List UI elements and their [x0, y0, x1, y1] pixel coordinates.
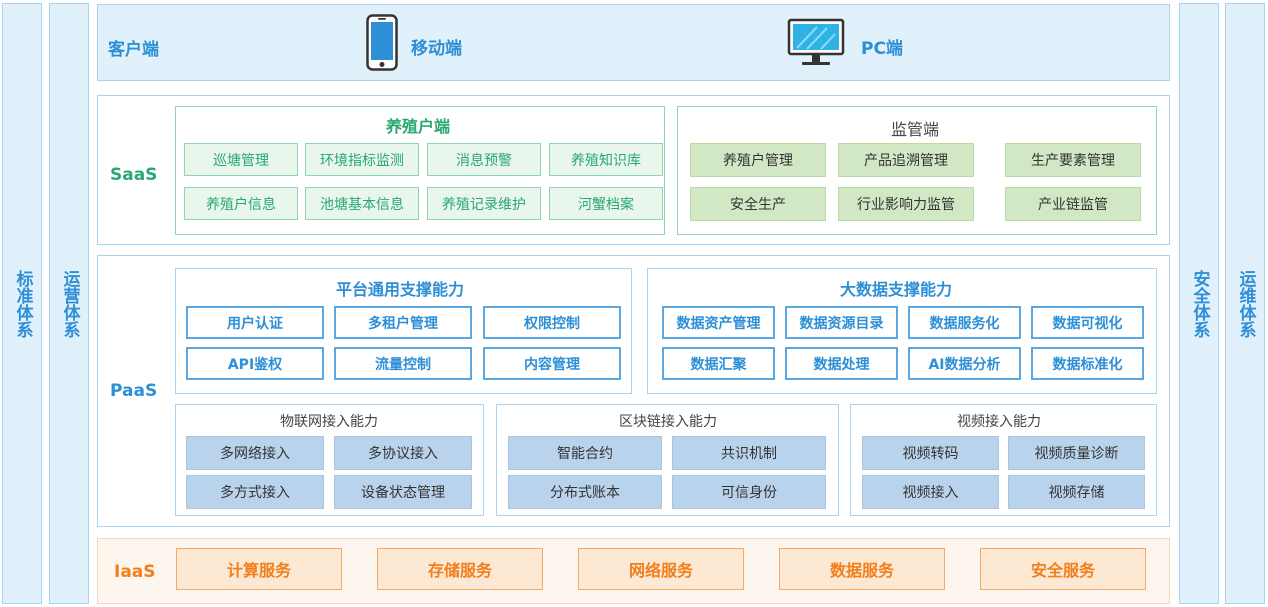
security-system-label: 安全体系	[1189, 269, 1210, 338]
security-system-bar: 安全体系	[1179, 3, 1219, 604]
regulator-item: 养殖户管理	[690, 143, 826, 177]
bigdata-item: 数据资产管理	[662, 306, 775, 339]
iot-item: 多网络接入	[186, 436, 324, 470]
client-layer	[97, 4, 1170, 81]
regulator-item: 行业影响力监管	[838, 187, 974, 221]
blockchain-item: 分布式账本	[508, 475, 662, 509]
mobile-label: 移动端	[411, 39, 462, 59]
farmer-item: 河蟹档案	[549, 187, 663, 220]
bigdata-support-title: 大数据支撑能力	[840, 280, 953, 299]
iaas-item: 数据服务	[779, 548, 945, 590]
bigdata-item: 数据服务化	[908, 306, 1021, 339]
farmer-module-title: 养殖户端	[386, 117, 451, 136]
farmer-item: 消息预警	[427, 143, 541, 176]
platform-item: API鉴权	[186, 347, 324, 380]
monitor-icon	[787, 18, 845, 68]
operation-system-bar: 运营体系	[49, 3, 89, 604]
smartphone-icon	[366, 14, 398, 71]
client-layer-label: 客户端	[108, 40, 159, 60]
platform-item: 多租户管理	[334, 306, 472, 339]
video-access-title: 视频接入能力	[957, 414, 1041, 430]
bigdata-item: 数据可视化	[1031, 306, 1144, 339]
iot-item: 多方式接入	[186, 475, 324, 509]
farmer-item: 池塘基本信息	[305, 187, 419, 220]
farmer-item: 养殖户信息	[184, 187, 298, 220]
regulator-item: 安全生产	[690, 187, 826, 221]
bigdata-item: 数据标准化	[1031, 347, 1144, 380]
bigdata-item: 数据汇聚	[662, 347, 775, 380]
operation-system-label: 运营体系	[59, 269, 80, 338]
pc-label: PC端	[861, 39, 903, 59]
regulator-module-title: 监管端	[891, 120, 940, 139]
bigdata-item: 数据处理	[785, 347, 898, 380]
farmer-item: 环境指标监测	[305, 143, 419, 176]
video-item: 视频质量诊断	[1008, 436, 1145, 470]
iaas-item: 网络服务	[578, 548, 744, 590]
paas-layer-label: PaaS	[110, 381, 158, 401]
blockchain-item: 智能合约	[508, 436, 662, 470]
blockchain-item: 共识机制	[672, 436, 826, 470]
iot-item: 多协议接入	[334, 436, 472, 470]
farmer-item: 养殖知识库	[549, 143, 663, 176]
platform-item: 权限控制	[483, 306, 621, 339]
regulator-item: 产品追溯管理	[838, 143, 974, 177]
saas-layer-label: SaaS	[110, 165, 158, 185]
standard-system-bar: 标准体系	[2, 3, 42, 604]
maintenance-system-bar: 运维体系	[1225, 3, 1265, 604]
platform-item: 用户认证	[186, 306, 324, 339]
iot-item: 设备状态管理	[334, 475, 472, 509]
farmer-item: 养殖记录维护	[427, 187, 541, 220]
video-item: 视频接入	[862, 475, 999, 509]
platform-item: 流量控制	[334, 347, 472, 380]
maintenance-system-label: 运维体系	[1235, 269, 1256, 338]
iot-access-title: 物联网接入能力	[280, 414, 378, 430]
iaas-item: 安全服务	[980, 548, 1146, 590]
video-item: 视频存储	[1008, 475, 1145, 509]
bigdata-item: 数据资源目录	[785, 306, 898, 339]
standard-system-label: 标准体系	[12, 269, 33, 338]
regulator-item: 产业链监管	[1005, 187, 1141, 221]
regulator-item: 生产要素管理	[1005, 143, 1141, 177]
blockchain-access-title: 区块链接入能力	[619, 414, 717, 430]
blockchain-item: 可信身份	[672, 475, 826, 509]
platform-item: 内容管理	[483, 347, 621, 380]
iaas-layer-label: IaaS	[114, 562, 156, 582]
video-item: 视频转码	[862, 436, 999, 470]
farmer-item: 巡塘管理	[184, 143, 298, 176]
bigdata-item: AI数据分析	[908, 347, 1021, 380]
platform-support-title: 平台通用支撑能力	[336, 280, 465, 299]
iaas-item: 计算服务	[176, 548, 342, 590]
iaas-item: 存储服务	[377, 548, 543, 590]
